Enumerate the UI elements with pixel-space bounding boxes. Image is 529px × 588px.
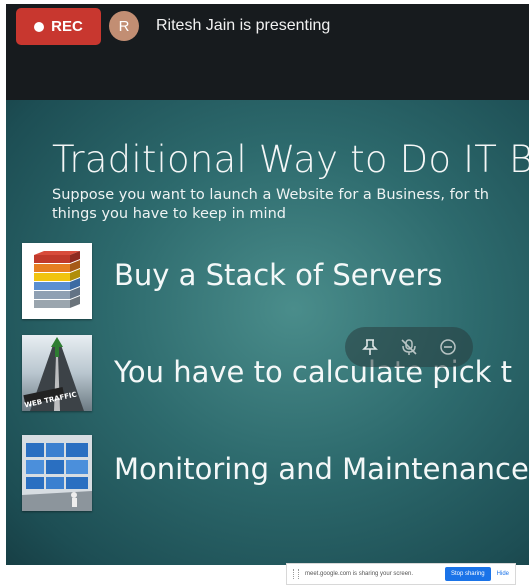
floating-controls bbox=[345, 327, 473, 367]
record-dot-icon bbox=[34, 21, 45, 32]
slide-subtitle-line-1: Suppose you want to launch a Website for… bbox=[52, 187, 489, 203]
bullet-servers: Buy a Stack of Servers bbox=[114, 258, 443, 292]
recording-indicator[interactable]: REC bbox=[16, 8, 101, 45]
hide-button[interactable]: Hide bbox=[497, 571, 509, 577]
presenter-status: Ritesh Jain is presenting bbox=[156, 17, 331, 34]
avatar: R bbox=[109, 11, 139, 41]
shared-slide: Traditional Way to Do IT Busir Suppose y… bbox=[6, 100, 529, 565]
mic-off-icon[interactable] bbox=[397, 335, 421, 359]
drag-handle-icon[interactable] bbox=[293, 569, 299, 579]
web-traffic-road-image: WEB TRAFFIC bbox=[22, 335, 92, 411]
monitoring-screens-image bbox=[22, 435, 92, 511]
remove-icon[interactable] bbox=[436, 335, 460, 359]
sharing-message: meet.google.com is sharing your screen. bbox=[305, 571, 414, 577]
slide-subtitle: Suppose you want to launch a Website for… bbox=[52, 186, 529, 224]
slide-title: Traditional Way to Do IT Busir bbox=[52, 138, 529, 181]
screen-sharing-bar: meet.google.com is sharing your screen. … bbox=[286, 563, 516, 585]
rec-label: REC bbox=[51, 18, 83, 35]
stop-sharing-button[interactable]: Stop sharing bbox=[444, 567, 491, 581]
server-stack-image bbox=[22, 243, 92, 319]
presenter-bar: REC R Ritesh Jain is presenting bbox=[6, 4, 529, 100]
slide-subtitle-line-2: things you have to keep in mind bbox=[52, 206, 286, 222]
bullet-monitoring: Monitoring and Maintenance bbox=[114, 452, 529, 486]
avatar-initial: R bbox=[118, 17, 130, 35]
pin-icon[interactable] bbox=[358, 335, 382, 359]
